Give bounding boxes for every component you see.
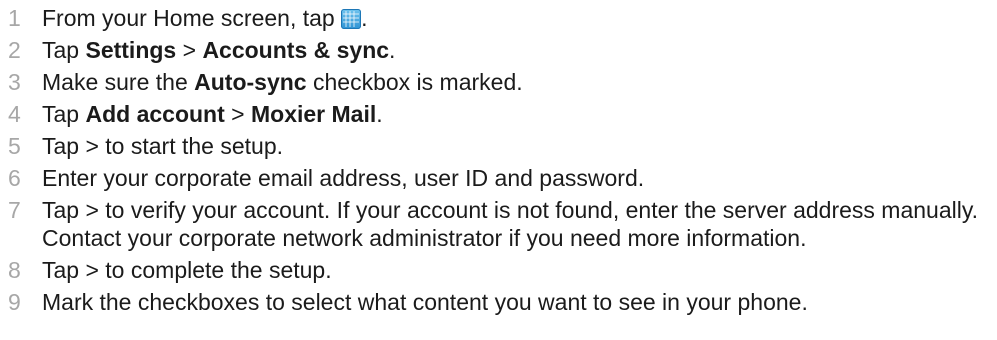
step-text-run: > [176, 37, 203, 63]
step-text-run: checkbox is marked. [306, 69, 523, 95]
step-number: 4 [8, 101, 21, 127]
step-item: 8 Tap > to complete the setup. [0, 256, 997, 284]
step-emphasis: Accounts & sync [202, 37, 390, 63]
step-text-run: Tap > to complete the setup. [42, 257, 332, 283]
step-number: 7 [8, 197, 21, 223]
step-text: Make sure the Auto-sync checkbox is mark… [42, 68, 982, 96]
step-number: 6 [8, 165, 21, 191]
step-item: 9 Mark the checkboxes to select what cont… [0, 288, 997, 316]
step-text: Tap > to start the setup. [42, 132, 982, 160]
step-text: Tap > to verify your account. If your ac… [42, 196, 982, 252]
step-text-run: From your Home screen, tap [42, 5, 342, 31]
step-number: 2 [8, 37, 21, 63]
step-emphasis: Auto-sync [194, 69, 307, 95]
step-emphasis: Add account [85, 101, 225, 127]
step-text: Tap > to complete the setup. [42, 256, 982, 284]
step-text-run: Tap > to start the setup. [42, 133, 284, 159]
step-number: 3 [8, 69, 21, 95]
step-text-run: . [376, 101, 383, 127]
step-emphasis: Settings [85, 37, 177, 63]
step-text-run: . [361, 5, 368, 31]
step-item: 6 Enter your corporate email address, use… [0, 164, 997, 192]
step-emphasis: Moxier Mail [250, 101, 377, 127]
step-text: Tap Add account > Moxier Mail. [42, 100, 982, 128]
step-item: 5 Tap > to start the setup. [0, 132, 997, 160]
step-text-run: Tap [42, 37, 86, 63]
step-text: Enter your corporate email address, user… [42, 164, 982, 192]
step-number: 5 [8, 133, 21, 159]
step-text-run: Tap [42, 101, 86, 127]
step-text-run: Mark the checkboxes to select what conte… [42, 289, 808, 315]
step-item: 7 Tap > to verify your account. If your a… [0, 196, 997, 252]
step-item: 4 Tap Add account > Moxier Mail. [0, 100, 997, 128]
step-item: 3 Make sure the Auto-sync checkbox is mar… [0, 68, 997, 96]
step-item: 2 Tap Settings > Accounts & sync. [0, 36, 997, 64]
step-number: 9 [8, 289, 21, 315]
step-text: Mark the checkboxes to select what conte… [42, 288, 982, 316]
step-item: 1 From your Home screen, tap . [0, 4, 997, 32]
step-text-run: Enter your corporate email address, user… [42, 165, 645, 191]
instruction-steps: 1 From your Home screen, tap . 2 Tap Settin… [0, 0, 997, 316]
step-text: Tap Settings > Accounts & sync. [42, 36, 982, 64]
step-text-run: . [389, 37, 396, 63]
step-number: 1 [8, 5, 21, 31]
step-text-run: > [224, 101, 251, 127]
step-number: 8 [8, 257, 21, 283]
app-grid-icon [341, 9, 362, 29]
step-text-run: Make sure the [42, 69, 195, 95]
step-text-run: Tap > to verify your account. If your ac… [42, 197, 979, 251]
step-text: From your Home screen, tap . [42, 4, 982, 32]
